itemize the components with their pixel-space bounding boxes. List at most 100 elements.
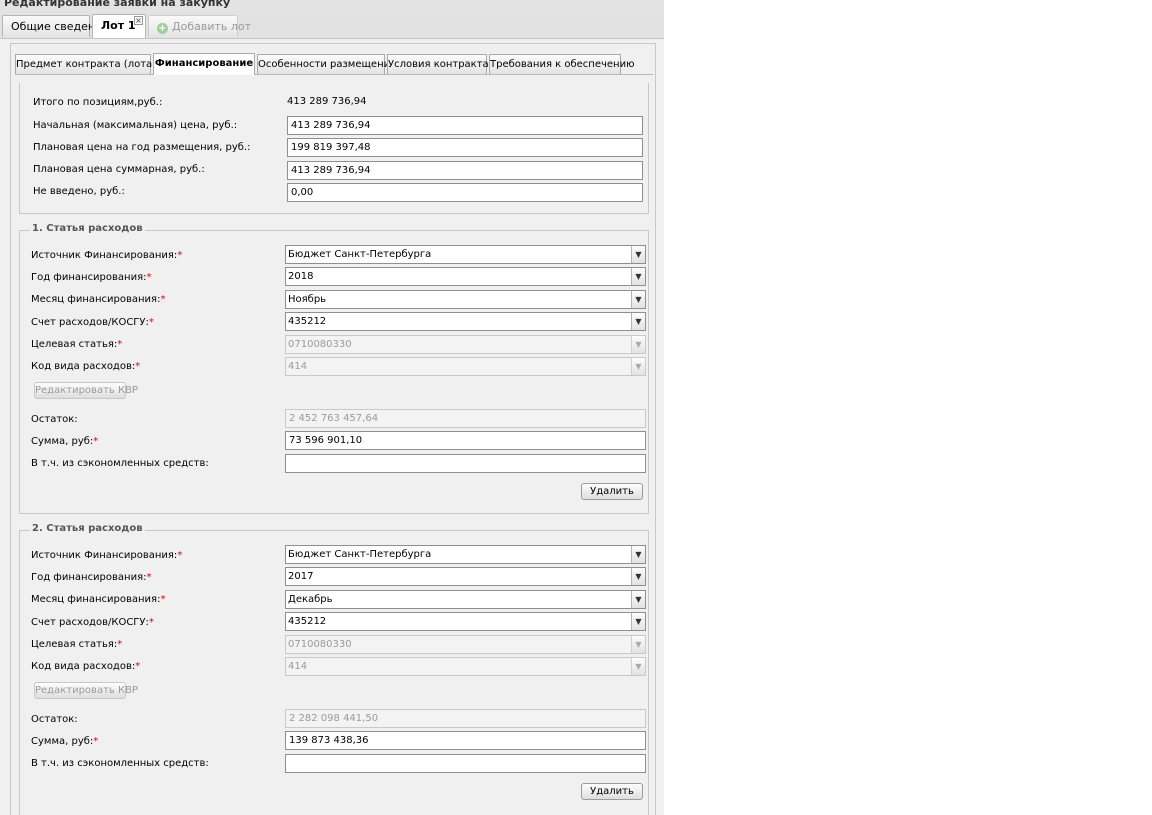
remain-input: 2 282 098 441,50 [285, 709, 646, 728]
kvr-label: Код вида расходов:* [31, 661, 140, 672]
saved-funds-label: В т.ч. из сэкономленных средств: [31, 458, 209, 469]
expense-item-title: 2. Статья расходов [30, 523, 145, 534]
select-value: 435212 [288, 616, 327, 627]
account-label: Счет расходов/КОСГУ:* [31, 317, 154, 328]
source-label: Источник Финансирования:* [31, 550, 182, 561]
tab-label: Предмет контракта (лота) [16, 59, 157, 70]
select-value: 2018 [288, 271, 314, 282]
chevron-down-icon[interactable]: ▼ [631, 568, 645, 585]
delete-button[interactable]: Удалить [581, 483, 643, 500]
label-text: Год финансирования: [31, 572, 147, 583]
select-value: Бюджет Санкт-Петербурга [288, 549, 432, 560]
month-label: Месяц финансирования:* [31, 294, 165, 305]
tab-lot-1[interactable]: Лот 1 × [92, 14, 146, 38]
chevron-down-icon[interactable]: ▼ [631, 291, 645, 308]
required-mark: * [148, 317, 154, 328]
expense-item-title: 1. Статья расходов [30, 223, 145, 234]
tab-label: Требования к обеспечению [490, 59, 635, 70]
target-label: Целевая статья:* [31, 639, 122, 650]
tab-general-info[interactable]: Общие сведения [2, 15, 109, 37]
chevron-down-icon[interactable]: ▼ [631, 246, 645, 263]
saved-funds-label: В т.ч. из сэкономленных средств: [31, 758, 209, 769]
required-mark: * [93, 436, 99, 447]
label-text: Источник Финансирования: [31, 250, 178, 261]
chevron-down-icon[interactable]: ▼ [631, 268, 645, 285]
select-value: 2017 [288, 571, 314, 582]
edit-kvr-button[interactable]: Редактировать КВР [34, 382, 138, 399]
required-mark: * [135, 361, 141, 372]
required-mark: * [146, 272, 152, 283]
month-select[interactable]: Декабрь ▼ [285, 590, 646, 609]
remain-label: Остаток: [31, 414, 78, 425]
required-mark: * [146, 572, 152, 583]
source-select[interactable]: Бюджет Санкт-Петербурга ▼ [285, 245, 646, 264]
target-select: 0710080330 ▼ [285, 335, 646, 354]
delete-button[interactable]: Удалить [581, 783, 643, 800]
year-select[interactable]: 2017 ▼ [285, 567, 646, 586]
label-text: Месяц финансирования: [31, 594, 161, 605]
chevron-down-icon: ▼ [631, 358, 645, 375]
select-value: 0710080330 [288, 639, 352, 650]
chevron-down-icon[interactable]: ▼ [631, 313, 645, 330]
chevron-down-icon[interactable]: ▼ [631, 613, 645, 630]
label-text: Источник Финансирования: [31, 550, 178, 561]
label-text: Код вида расходов: [31, 361, 136, 372]
sum-input[interactable]: 139 873 438,36 [285, 731, 646, 750]
top-tab-bar: Общие сведения Лот 1 × + Добавить лот [0, 12, 664, 39]
year-select[interactable]: 2018 ▼ [285, 267, 646, 286]
tab-contract-terms[interactable]: Условия контракта [387, 54, 489, 74]
sub-tab-bar: Предмет контракта (лота) Финансирование … [15, 53, 653, 75]
select-value: 0710080330 [288, 339, 352, 350]
required-mark: * [177, 550, 183, 561]
select-value: Бюджет Санкт-Петербурга [288, 249, 432, 260]
tab-financing[interactable]: Финансирование [153, 53, 255, 75]
sum-input[interactable]: 73 596 901,10 [285, 431, 646, 450]
tab-placement-features[interactable]: Особенности размещения [257, 54, 396, 74]
label-text: Счет расходов/КОСГУ: [31, 617, 149, 628]
select-value: 414 [288, 661, 308, 672]
chevron-down-icon[interactable]: ▼ [631, 546, 645, 563]
year-label: Год финансирования:* [31, 572, 151, 583]
tab-label: Особенности размещения [258, 59, 397, 70]
kvr-select: 414 ▼ [285, 357, 646, 376]
kvr-select: 414 ▼ [285, 657, 646, 676]
label-text: Целевая статья: [31, 639, 118, 650]
account-select[interactable]: 435212 ▼ [285, 312, 646, 331]
label-text: Сумма, руб: [31, 436, 94, 447]
month-select[interactable]: Ноябрь ▼ [285, 290, 646, 309]
tab-add-lot[interactable]: + Добавить лот [148, 15, 251, 37]
select-value: 435212 [288, 316, 327, 327]
lot-panel: Предмет контракта (лота) Финансирование … [10, 43, 656, 815]
sum-label: Сумма, руб:* [31, 736, 98, 747]
tab-label: Условия контракта [388, 59, 489, 70]
chevron-down-icon[interactable]: ▼ [631, 591, 645, 608]
label-text: Год финансирования: [31, 272, 147, 283]
select-value: Ноябрь [288, 294, 327, 305]
required-mark: * [148, 617, 154, 628]
tab-label: Лот 1 [101, 19, 136, 32]
required-mark: * [117, 339, 123, 350]
saved-funds-input[interactable] [285, 454, 646, 473]
required-mark: * [177, 250, 183, 261]
tab-security-requirements[interactable]: Требования к обеспечению [489, 54, 635, 74]
select-value: Декабрь [288, 594, 333, 605]
saved-funds-input[interactable] [285, 754, 646, 773]
add-icon: + [157, 23, 168, 34]
account-select[interactable]: 435212 ▼ [285, 612, 646, 631]
tab-contract-subject[interactable]: Предмет контракта (лота) [15, 54, 156, 74]
source-select[interactable]: Бюджет Санкт-Петербурга ▼ [285, 545, 646, 564]
tab-label: Добавить лот [172, 20, 252, 33]
expense-item-1: 1. Статья расходов Источник Финансирован… [19, 223, 649, 514]
close-icon[interactable]: × [134, 16, 143, 25]
required-mark: * [93, 736, 99, 747]
app-window: Редактирование заявки на закупку Общие с… [0, 0, 664, 815]
label-text: Сумма, руб: [31, 736, 94, 747]
window-title: Редактирование заявки на закупку [4, 0, 231, 9]
select-value: 414 [288, 361, 308, 372]
required-mark: * [160, 294, 166, 305]
required-mark: * [135, 661, 141, 672]
remain-input: 2 452 763 457,64 [285, 409, 646, 428]
label-text: Счет расходов/КОСГУ: [31, 317, 149, 328]
chevron-down-icon: ▼ [631, 336, 645, 353]
edit-kvr-button[interactable]: Редактировать КВР [34, 682, 138, 699]
